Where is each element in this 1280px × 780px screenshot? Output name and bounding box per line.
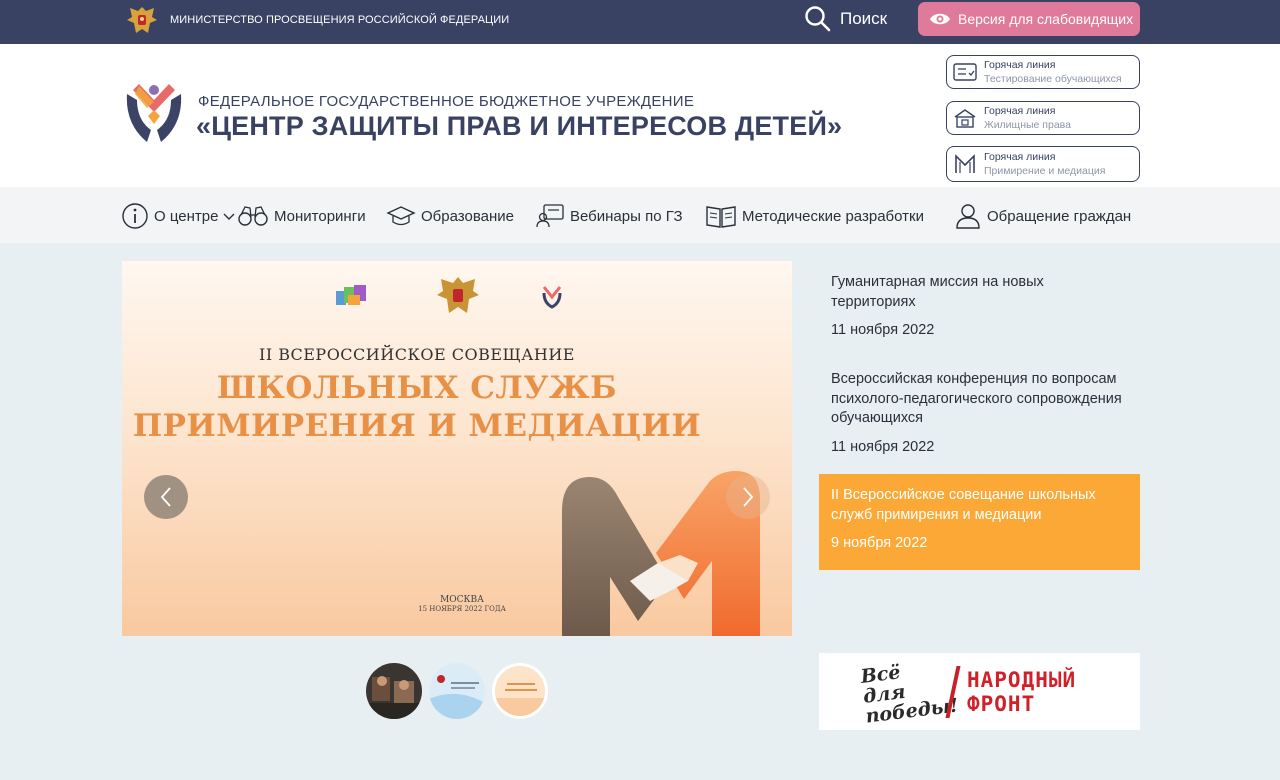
thumbnail-photo-icon	[366, 663, 422, 719]
chevron-left-icon	[160, 487, 171, 507]
hotline-housing-button[interactable]: Горячая линия Жилищные права	[946, 101, 1140, 135]
chevron-down-icon[interactable]	[223, 211, 235, 221]
nav-label: Методические разработки	[742, 207, 924, 225]
slide-title-line2: ПРИМИРЕНИЯ И МЕДИАЦИИ	[132, 408, 702, 444]
hotline-subtitle: Тестирование обучающихся	[984, 73, 1122, 85]
hotline-title: Горячая линия	[984, 105, 1056, 117]
thumbnail-conference-icon	[429, 663, 485, 719]
news-slider[interactable]: II ВСЕРОССИЙСКОЕ СОВЕЩАНИЕ ШКОЛЬНЫХ СЛУЖ…	[122, 261, 792, 636]
news-item[interactable]: Гуманитарная миссия на новых территориях…	[819, 261, 1140, 350]
hotline-testing-button[interactable]: Горячая линия Тестирование обучающихся	[946, 55, 1140, 89]
slider-next-button[interactable]	[726, 475, 770, 519]
slide-heading: II ВСЕРОССИЙСКОЕ СОВЕЩАНИЕ	[259, 345, 575, 364]
search-button[interactable]: Поиск	[804, 5, 887, 33]
nav-item-citizen-appeals[interactable]: Обращение граждан	[954, 201, 1131, 231]
nav-label: О центре	[154, 207, 219, 225]
peoples-front-banner[interactable]: Всё для победы! НАРОДНЫЙ ФРОНТ	[819, 653, 1140, 730]
banner-brand: НАРОДНЫЙ ФРОНТ	[967, 668, 1076, 716]
nav-label: Вебинары по ГЗ	[570, 207, 683, 225]
slide-thumbnail[interactable]	[366, 663, 422, 719]
news-date: 11 ноября 2022	[831, 322, 935, 338]
slide-thumbnail-active[interactable]	[492, 663, 548, 719]
news-date: 9 ноября 2022	[831, 535, 928, 551]
slide-title: ШКОЛЬНЫХ СЛУЖБ ПРИМИРЕНИЯ И МЕДИАЦИИ	[122, 369, 712, 445]
eye-icon	[930, 13, 950, 25]
hotline-subtitle: Жилищные права	[984, 119, 1071, 131]
org-title[interactable]: «ЦЕНТР ЗАЩИТЫ ПРАВ И ИНТЕРЕСОВ ДЕТЕЙ»	[196, 111, 842, 142]
graduation-cap-icon	[386, 206, 416, 226]
org-subtitle: ФЕДЕРАЛЬНОЕ ГОСУДАРСТВЕННОЕ БЮДЖЕТНОЕ УЧ…	[198, 93, 695, 110]
hotline-title: Горячая линия	[984, 59, 1056, 71]
main-navigation: О центре Мониторинги Образование Вебинар…	[0, 187, 1280, 243]
chevron-right-icon	[743, 487, 754, 507]
news-title: Всероссийская конференция по вопросам пс…	[831, 371, 1122, 426]
center-logo[interactable]	[121, 80, 187, 150]
ministry-label: МИНИСТЕРСТВО ПРОСВЕЩЕНИЯ РОССИЙСКОЙ ФЕДЕ…	[170, 14, 510, 26]
hotline-subtitle: Примирение и медиация	[984, 165, 1106, 177]
site-header: ФЕДЕРАЛЬНОЕ ГОСУДАРСТВЕННОЕ БЮДЖЕТНОЕ УЧ…	[0, 44, 1280, 187]
mediation-icon	[955, 154, 975, 173]
thumbnail-mediation-icon	[495, 666, 545, 716]
info-icon	[122, 203, 148, 229]
slide-thumbnail[interactable]	[429, 663, 485, 719]
low-vision-label: Версия для слабовидящих	[958, 11, 1134, 27]
low-vision-version-button[interactable]: Версия для слабовидящих	[918, 2, 1140, 36]
slide-title-line1: ШКОЛЬНЫХ СЛУЖБ	[216, 370, 618, 406]
nav-label: Мониторинги	[274, 207, 366, 225]
nav-item-webinars[interactable]: Вебинары по ГЗ	[535, 201, 683, 231]
webinar-icon	[536, 204, 564, 228]
news-item[interactable]: Всероссийская конференция по вопросам пс…	[819, 358, 1140, 467]
nav-item-methodical[interactable]: Методические разработки	[705, 201, 924, 231]
coat-of-arms-icon	[127, 7, 157, 33]
slide-date: 15 НОЯБРЯ 2022 ГОДА	[418, 605, 506, 613]
nav-item-monitoring[interactable]: Мониторинги	[237, 201, 366, 231]
partner-logo-icon	[336, 285, 366, 305]
nav-item-education[interactable]: Образование	[386, 201, 514, 231]
nav-label: Обращение граждан	[987, 207, 1132, 225]
news-date: 11 ноября 2022	[831, 438, 935, 455]
hotline-title: Горячая линия	[984, 151, 1056, 163]
house-icon	[954, 109, 976, 128]
slider-prev-button[interactable]	[144, 475, 188, 519]
search-label: Поиск	[840, 9, 888, 28]
checklist-icon	[953, 63, 977, 81]
hotline-mediation-button[interactable]: Горячая линия Примирение и медиация	[946, 146, 1140, 182]
person-icon	[956, 204, 980, 229]
top-bar: МИНИСТЕРСТВО ПРОСВЕЩЕНИЯ РОССИЙСКОЙ ФЕДЕ…	[0, 0, 1280, 44]
slide-city: МОСКВА	[440, 595, 484, 605]
news-title: Гуманитарная миссия на новых территориях	[831, 274, 1044, 310]
center-logo-small-icon	[542, 286, 562, 309]
news-item-active[interactable]: II Всероссийское совещание школьных служ…	[819, 474, 1140, 570]
book-icon	[706, 206, 736, 228]
nav-label: Образование	[421, 207, 514, 225]
nav-item-about[interactable]: О центре	[121, 201, 235, 231]
news-title: II Всероссийское совещание школьных служ…	[831, 487, 1096, 523]
banner-brand-line1: НАРОДНЫЙ	[967, 667, 1077, 692]
search-icon	[805, 6, 831, 32]
banner-slogan: Всё для победы!	[859, 660, 960, 728]
ministry-link[interactable]: МИНИСТЕРСТВО ПРОСВЕЩЕНИЯ РОССИЙСКОЙ ФЕДЕ…	[124, 3, 509, 37]
binoculars-icon	[238, 206, 268, 226]
ministry-emblem-icon	[437, 277, 479, 313]
banner-brand-line2: ФРОНТ	[967, 691, 1036, 716]
